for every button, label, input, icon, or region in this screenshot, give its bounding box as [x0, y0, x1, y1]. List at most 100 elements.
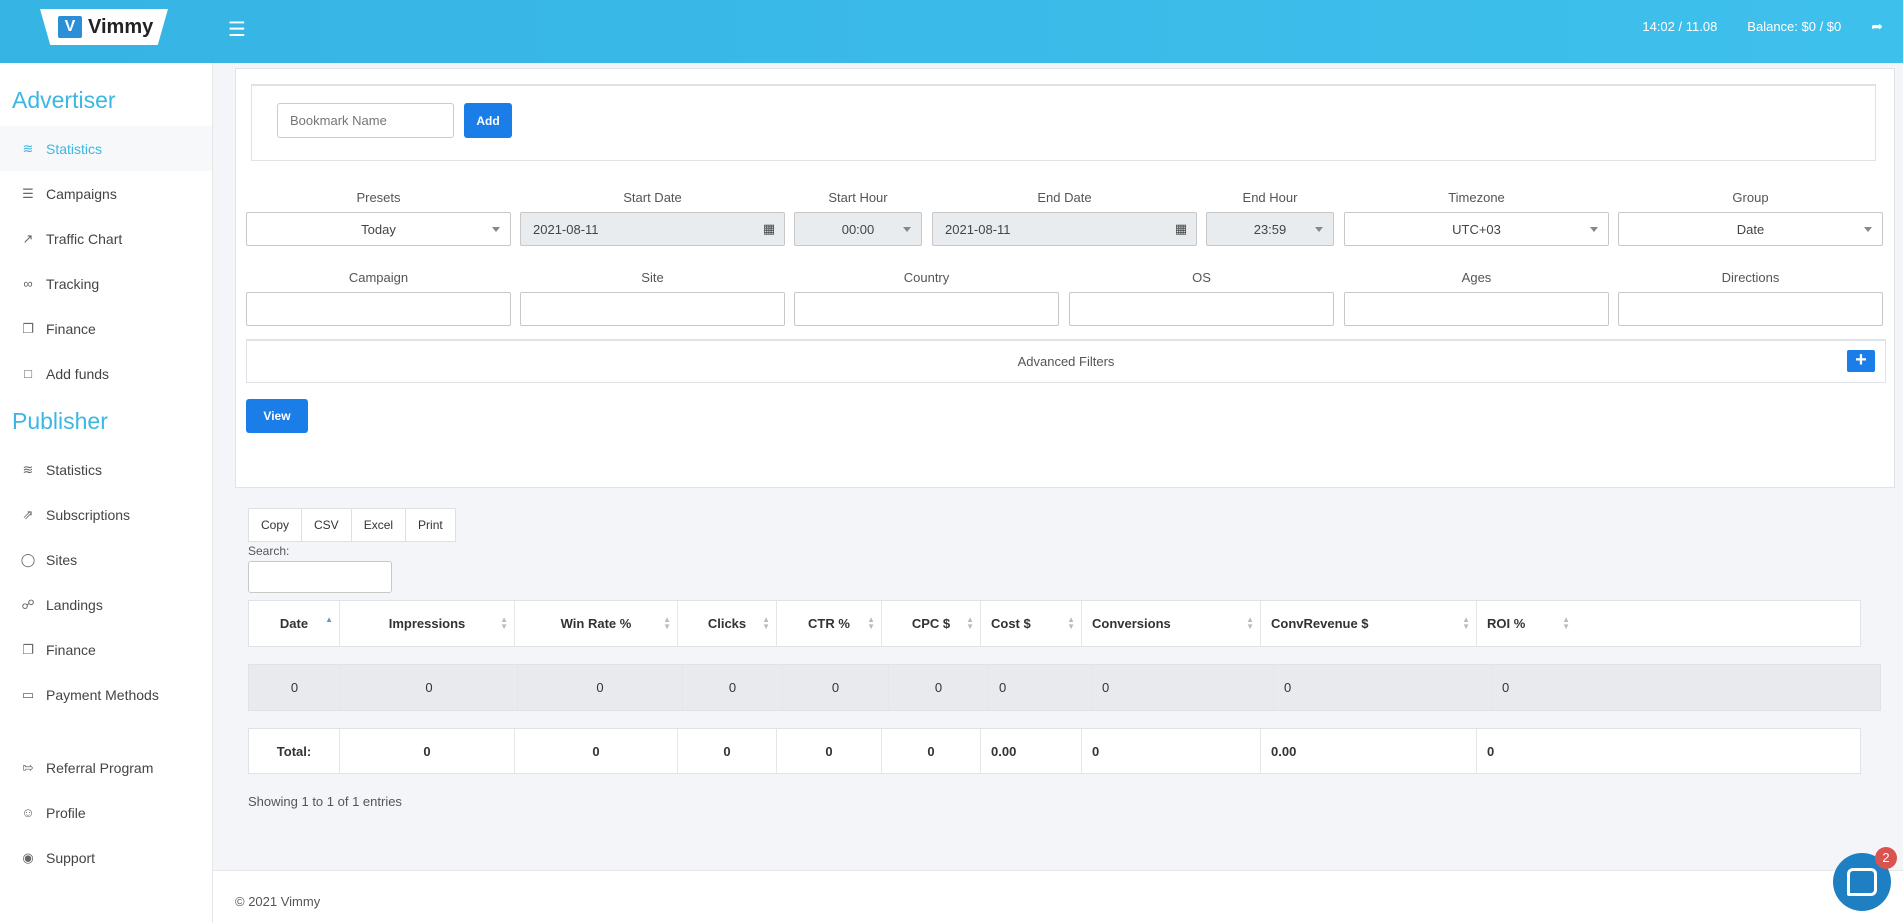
table-row: 0 0 0 0 0 0 0 0 0 0 — [248, 664, 1881, 711]
os-multiselect[interactable] — [1069, 292, 1334, 326]
campaign-multiselect[interactable] — [246, 292, 511, 326]
col-win-rate[interactable]: Win Rate % ▲ ▼ — [515, 601, 678, 646]
presets-select[interactable]: Today — [246, 212, 511, 246]
col-cpc[interactable]: CPC $ ▲ ▼ — [882, 601, 981, 646]
sidebar-item-referral-program[interactable]: ⇰ Referral Program — [0, 745, 212, 790]
calendar-icon[interactable]: ▦ — [754, 213, 784, 245]
view-button[interactable]: View — [246, 399, 308, 433]
directions-multiselect[interactable] — [1618, 292, 1883, 326]
table-total-row: Total: 0 0 0 0 0 0.00 0 0.00 0 — [248, 728, 1861, 774]
col-ctr[interactable]: CTR % ▲ ▼ — [777, 601, 882, 646]
logo-text: Vimmy — [88, 15, 154, 38]
sidebar-item-pub-statistics[interactable]: ≋ Statistics — [0, 447, 212, 492]
end-date-label: End Date — [1037, 190, 1092, 205]
print-button[interactable]: Print — [406, 509, 455, 541]
sidebar-item-label: Finance — [46, 641, 96, 658]
rss-icon: ≋ — [22, 461, 34, 477]
col-header-label: Cost $ — [991, 616, 1031, 631]
sidebar-item-profile[interactable]: ☺ Profile — [0, 790, 212, 835]
cell-ctr: 0 — [783, 665, 889, 710]
sidebar-item-adv-finance[interactable]: ❐ Finance — [0, 306, 212, 351]
copy-button[interactable]: Copy — [249, 509, 303, 541]
cell-roi: 0 — [1502, 680, 1510, 695]
ages-label: Ages — [1461, 270, 1492, 285]
add-bookmark-button[interactable]: Add — [464, 103, 512, 138]
bookmark-box: Add — [251, 84, 1876, 161]
col-cost[interactable]: Cost $ ▲ ▼ — [981, 601, 1082, 646]
sidebar-item-label: Statistics — [46, 140, 103, 157]
header-right: 14:02 / 11.08 Balance: $0 / $0 ➦ — [1642, 18, 1883, 35]
csv-button[interactable]: CSV — [302, 509, 352, 541]
col-convrevenue[interactable]: ConvRevenue $ ▲ ▼ — [1261, 601, 1477, 646]
campaign-label: Campaign — [348, 270, 409, 285]
start-hour-select[interactable]: 00:00 — [794, 212, 922, 246]
cell-clicks: 0 — [683, 665, 783, 710]
advanced-filters-bar[interactable]: Advanced Filters + — [246, 339, 1886, 383]
table-search-input[interactable] — [248, 561, 392, 593]
col-conversions[interactable]: Conversions ▲ ▼ — [1082, 601, 1261, 646]
col-date[interactable]: Date ▲ — [249, 601, 340, 646]
group-select[interactable]: Date — [1618, 212, 1883, 246]
end-date-input[interactable]: 2021-08-11 ▦ — [932, 212, 1197, 246]
sort-icon: ▲ ▼ — [762, 615, 770, 631]
filter-panel: Add Presets Start Date Start Hour End Da… — [235, 68, 1895, 488]
site-label: Site — [641, 270, 664, 285]
presets-value: Today — [361, 221, 396, 237]
end-hour-select[interactable]: 23:59 — [1206, 212, 1334, 246]
sidebar-item-campaigns[interactable]: ☰ Campaigns — [0, 171, 212, 216]
sidebar-item-payment-methods[interactable]: ▭ Payment Methods — [0, 672, 212, 717]
table-header: Date ▲ Impressions ▲ ▼ Win Rate % ▲ ▼ Clicks ▲… — [248, 600, 1861, 647]
balance-display: Balance: $0 / $0 — [1747, 19, 1842, 34]
folder-icon: □ — [24, 366, 32, 381]
server-time: 14:02 / 11.08 — [1642, 19, 1718, 34]
sidebar-item-adv-statistics[interactable]: ≋ Statistics — [0, 126, 212, 171]
chevron-down-icon — [492, 227, 500, 232]
presets-label: Presets — [356, 190, 401, 205]
sidebar-item-traffic-chart[interactable]: ↗ Traffic Chart — [0, 216, 212, 261]
sidebar-item-pub-finance[interactable]: ❐ Finance — [0, 627, 212, 672]
col-impressions[interactable]: Impressions ▲ ▼ — [340, 601, 515, 646]
site-multiselect[interactable] — [520, 292, 785, 326]
cell-win-rate: 0 — [518, 665, 683, 710]
sidebar-item-support[interactable]: ◉ Support — [0, 835, 212, 880]
sidebar-item-tracking[interactable]: ∞ Tracking — [0, 261, 212, 306]
col-header-label: CPC $ — [911, 616, 951, 631]
sort-icon: ▲ ▼ — [500, 615, 508, 631]
total-cpc: 0 — [882, 729, 981, 773]
excel-button[interactable]: Excel — [352, 509, 407, 541]
layers-icon: ☰ — [22, 185, 34, 201]
logout-icon[interactable]: ➦ — [1871, 18, 1883, 35]
sidebar-item-landings[interactable]: ☍ Landings — [0, 582, 212, 627]
start-date-input[interactable]: 2021-08-11 ▦ — [520, 212, 785, 246]
country-label: Country — [903, 270, 950, 285]
plus-icon[interactable]: + — [1847, 350, 1875, 372]
hamburger-menu-icon[interactable]: ☰ — [228, 17, 246, 42]
col-header-label: CTR % — [808, 616, 850, 631]
rss-icon: ≋ — [22, 140, 34, 156]
ages-multiselect[interactable] — [1344, 292, 1609, 326]
lifebuoy-icon: ◉ — [22, 849, 34, 865]
cell-date: 0 — [249, 665, 341, 710]
start-date-label: Start Date — [623, 190, 682, 205]
sidebar-item-label: Tracking — [46, 275, 100, 292]
chat-bubble-icon — [1847, 868, 1877, 896]
calendar-icon[interactable]: ▦ — [1166, 213, 1196, 245]
country-multiselect[interactable] — [794, 292, 1059, 326]
total-cost: 0.00 — [981, 729, 1082, 773]
sidebar-item-add-funds[interactable]: □ Add funds — [0, 351, 212, 396]
start-hour-value: 00:00 — [841, 221, 875, 237]
globe-icon: ◯ — [20, 551, 36, 567]
col-clicks[interactable]: Clicks ▲ ▼ — [678, 601, 777, 646]
advanced-filters-label: Advanced Filters — [1017, 354, 1115, 369]
vimmy-logo[interactable]: V Vimmy — [40, 9, 168, 45]
total-impressions: 0 — [340, 729, 515, 773]
timezone-select[interactable]: UTC+03 — [1344, 212, 1609, 246]
total-conversions: 0 — [1082, 729, 1261, 773]
sidebar-item-sites[interactable]: ◯ Sites — [0, 537, 212, 582]
start-hour-label: Start Hour — [828, 190, 888, 205]
timezone-label: Timezone — [1448, 190, 1505, 205]
col-roi[interactable]: ROI % ▲ ▼ — [1477, 601, 1576, 646]
total-ctr: 0 — [777, 729, 882, 773]
bookmark-name-input[interactable] — [277, 103, 454, 138]
sidebar-item-subscriptions[interactable]: ⇗ Subscriptions — [0, 492, 212, 537]
